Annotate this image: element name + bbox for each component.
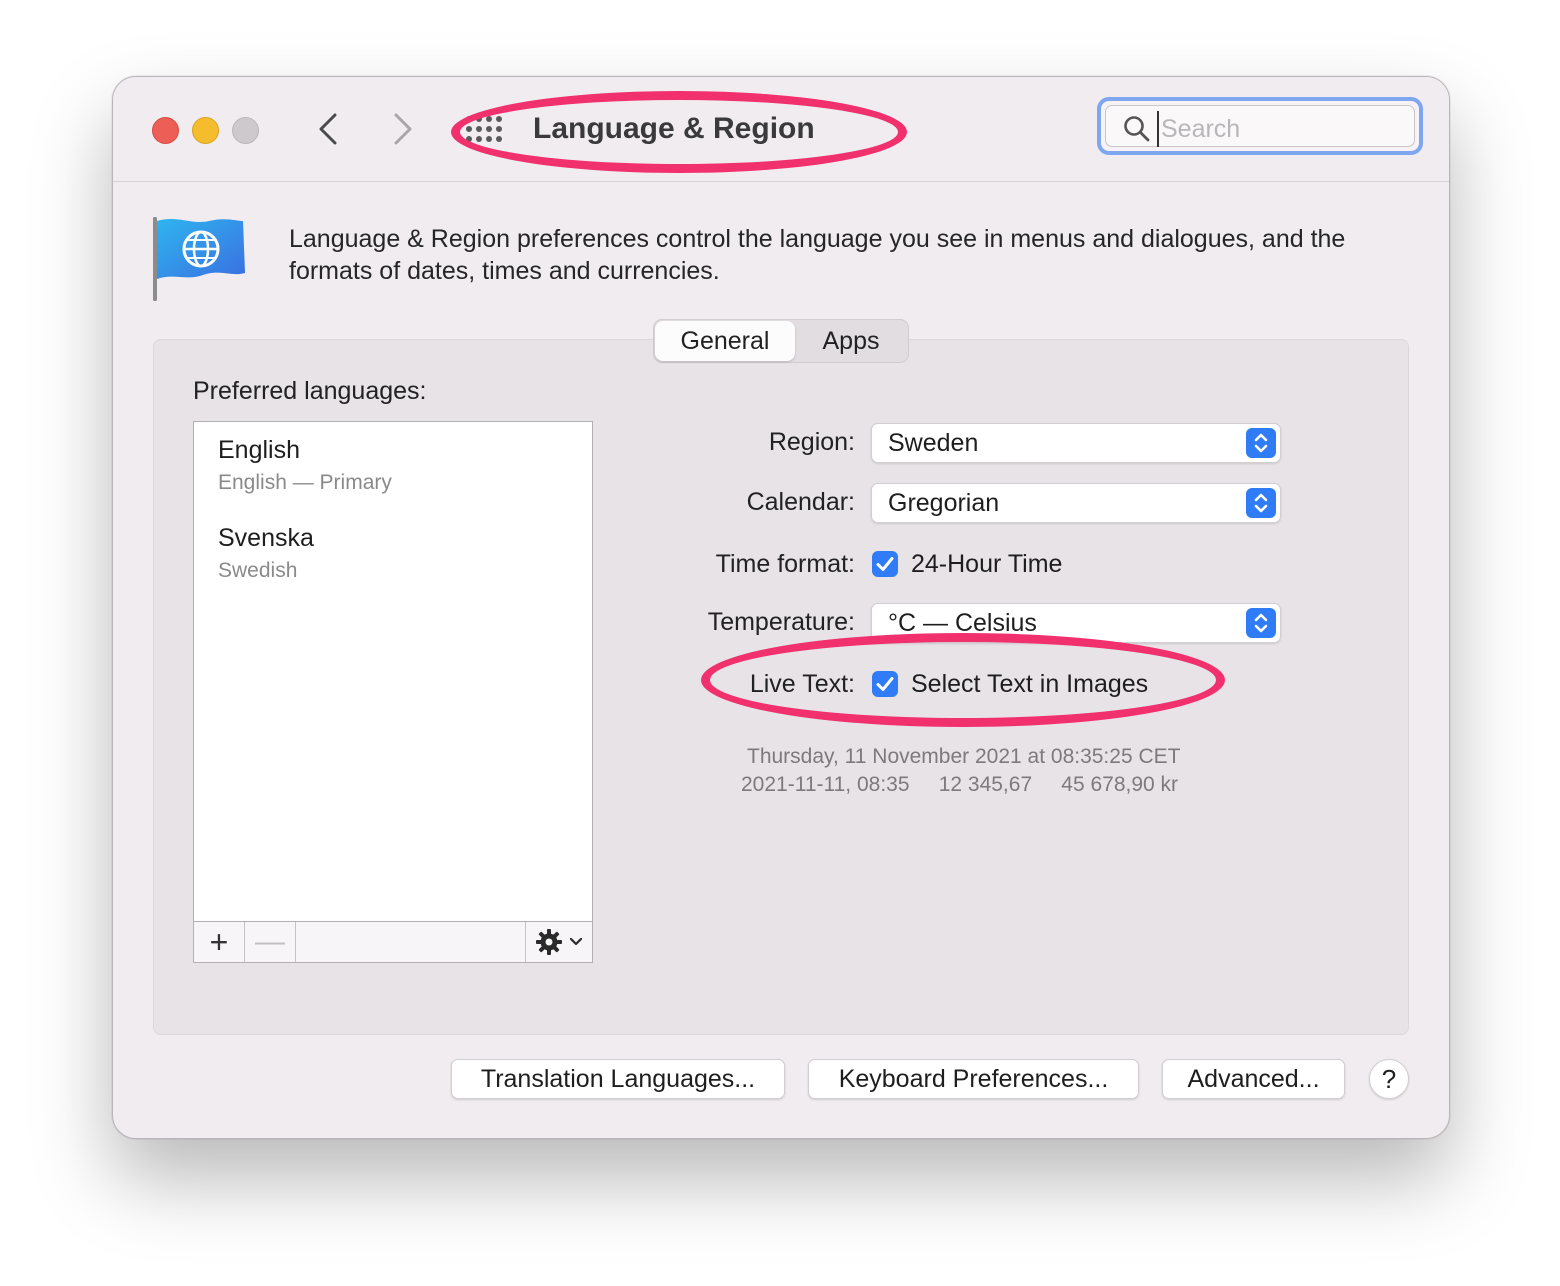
window-title: Language & Region — [533, 112, 815, 145]
language-detail: Swedish — [218, 559, 298, 582]
forward-chevron-icon — [394, 113, 412, 145]
zoom-window-button[interactable] — [232, 117, 259, 144]
calendar-popup[interactable]: Gregorian — [871, 483, 1281, 523]
close-window-button[interactable] — [152, 117, 179, 144]
temperature-value: °C — Celsius — [888, 609, 1037, 637]
keyboard-preferences-button[interactable]: Keyboard Preferences... — [808, 1059, 1139, 1099]
select-text-in-images-label[interactable]: Select Text in Images — [911, 670, 1148, 699]
help-button[interactable]: ? — [1369, 1059, 1409, 1099]
remove-language-button[interactable]: — — [245, 922, 296, 962]
search-field[interactable] — [1097, 97, 1423, 155]
action-menu-button[interactable] — [525, 922, 592, 962]
list-item[interactable]: English English — Primary — [218, 434, 392, 498]
sample-numbers-line: 2021-11-11, 08:35 12 345,67 45 678,90 kr — [741, 773, 1179, 796]
tab-bar: General Apps — [653, 319, 909, 363]
updown-arrows-icon — [1246, 488, 1276, 518]
calendar-label: Calendar: — [746, 488, 855, 516]
list-item[interactable]: Svenska Swedish — [218, 522, 314, 586]
description-text: Language & Region preferences control th… — [289, 225, 1346, 285]
chevron-down-icon — [569, 937, 583, 946]
language-detail: English — Primary — [218, 471, 392, 494]
globe-flag-icon — [153, 217, 245, 301]
translation-languages-button[interactable]: Translation Languages... — [451, 1059, 785, 1099]
checkmark-icon — [876, 677, 894, 691]
forward-button[interactable] — [383, 109, 423, 149]
grid-icon[interactable] — [465, 115, 505, 143]
time-format-label: Time format: — [715, 550, 855, 578]
live-text-label: Live Text: — [749, 670, 855, 698]
updown-arrows-icon — [1246, 608, 1276, 638]
search-input[interactable] — [1157, 111, 1403, 147]
tab-general[interactable]: General — [655, 321, 795, 361]
preferences-window: Language & Region Language & Region pref… — [112, 76, 1450, 1139]
temperature-label: Temperature: — [707, 608, 855, 636]
gear-icon — [536, 929, 562, 955]
add-language-button[interactable]: + — [194, 922, 245, 962]
preferred-languages-list[interactable]: English English — Primary Svenska Swedis… — [193, 421, 593, 963]
temperature-popup[interactable]: °C — Celsius — [871, 603, 1281, 643]
updown-arrows-icon — [1246, 428, 1276, 458]
list-toolbar: + — — [194, 921, 592, 962]
24-hour-time-label[interactable]: 24-Hour Time — [911, 550, 1062, 579]
checkmark-icon — [876, 557, 894, 571]
advanced-button[interactable]: Advanced... — [1162, 1059, 1345, 1099]
preferred-languages-label: Preferred languages: — [193, 377, 427, 405]
24-hour-time-checkbox[interactable] — [872, 551, 898, 577]
language-name: English — [218, 436, 300, 464]
region-label: Region: — [768, 428, 855, 456]
calendar-value: Gregorian — [888, 489, 1000, 517]
minimize-window-button[interactable] — [192, 117, 219, 144]
sample-date-line: Thursday, 11 November 2021 at 08:35:25 C… — [747, 745, 1181, 768]
tab-apps[interactable]: Apps — [796, 320, 906, 362]
language-name: Svenska — [218, 524, 314, 552]
search-icon — [1124, 116, 1150, 142]
select-text-in-images-checkbox[interactable] — [872, 671, 898, 697]
back-chevron-icon — [319, 113, 337, 145]
region-value: Sweden — [888, 429, 979, 457]
titlebar: Language & Region — [113, 77, 1449, 182]
region-popup[interactable]: Sweden — [871, 423, 1281, 463]
back-button[interactable] — [308, 109, 348, 149]
